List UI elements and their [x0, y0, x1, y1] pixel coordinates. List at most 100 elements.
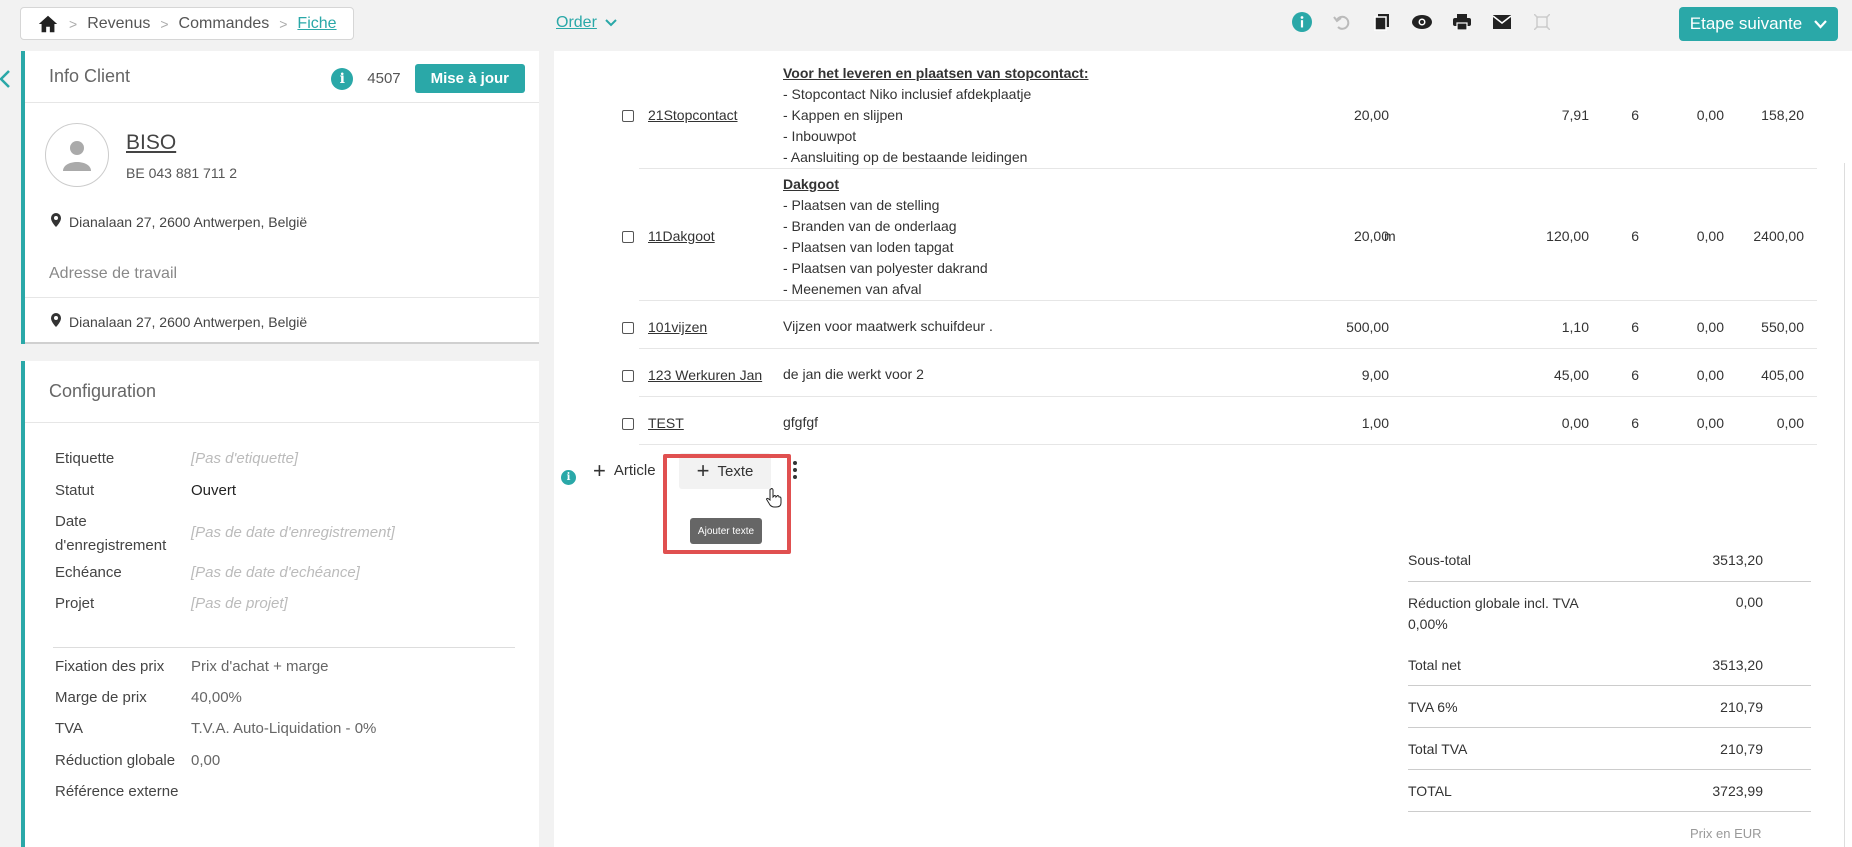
collapse-left-icon[interactable]: [0, 70, 10, 94]
row-checkbox[interactable]: [622, 110, 634, 122]
row-qty: 1,00: [1361, 415, 1389, 431]
currency-note: Prix en EUR: [1690, 826, 1762, 841]
row-checkbox[interactable]: [622, 418, 634, 430]
row-description-line: - Kappen en slijpen: [783, 107, 903, 123]
config-value[interactable]: [Pas d'etiquette]: [191, 447, 298, 471]
undo-icon[interactable]: [1332, 12, 1352, 32]
row-description-line: - Plaatsen van loden tapgat: [783, 239, 954, 255]
breadcrumb-revenus[interactable]: Revenus: [87, 15, 150, 33]
work-address-label: Adresse de travail: [49, 265, 178, 282]
table-row[interactable]: 123 Werkuren Jan de jan die werkt voor 2…: [622, 349, 1817, 397]
breadcrumb-commandes[interactable]: Commandes: [179, 15, 270, 33]
row-qty: 9,00: [1361, 367, 1389, 383]
row-description-line: - Aansluiting op de bestaande leidingen: [783, 149, 1028, 165]
row-code[interactable]: 101vijzen: [648, 319, 707, 335]
scrollbar[interactable]: [1844, 163, 1852, 847]
config-value[interactable]: [Pas de date d'echéance]: [191, 561, 360, 585]
plus-icon: +: [593, 457, 606, 483]
email-icon[interactable]: [1492, 12, 1512, 32]
totals-label: Total TVA: [1408, 741, 1468, 757]
print-icon[interactable]: [1452, 12, 1472, 32]
chevron-down-icon: [1814, 14, 1828, 34]
row-code[interactable]: 11Dakgoot: [648, 228, 715, 244]
config-row-etiquette[interactable]: Etiquette [Pas d'etiquette]: [55, 447, 515, 471]
config-label: Echéance: [55, 564, 122, 581]
row-description-line: - Stopcontact Niko inclusief afdekplaatj…: [783, 86, 1032, 102]
config-label: Référence externe: [55, 783, 179, 800]
update-button[interactable]: Mise à jour: [414, 64, 525, 93]
configuration-title: Configuration: [49, 381, 157, 401]
config-value[interactable]: [Pas de projet]: [191, 592, 288, 616]
table-row[interactable]: 101vijzen Vijzen voor maatwerk schuifdeu…: [622, 301, 1817, 349]
totals-label: TOTAL: [1408, 783, 1452, 799]
row-checkbox[interactable]: [622, 322, 634, 334]
config-value[interactable]: T.V.A. Auto-Liquidation - 0%: [191, 717, 376, 741]
config-value[interactable]: Ouvert: [191, 479, 236, 503]
info-icon[interactable]: i: [331, 67, 354, 90]
next-step-button[interactable]: Etape suivante: [1679, 7, 1838, 41]
config-row-reference[interactable]: Référence externe: [55, 780, 515, 804]
row-total: 158,20: [1761, 107, 1804, 123]
totals-value: 3723,99: [1712, 783, 1763, 799]
totals-label: TVA 6%: [1408, 699, 1458, 715]
breadcrumb: > Revenus > Commandes > Fiche: [20, 7, 354, 40]
home-icon[interactable]: [37, 13, 59, 35]
order-label: Order: [556, 14, 597, 31]
client-name-link[interactable]: BISO: [126, 131, 176, 155]
config-label: Réduction globale: [55, 752, 176, 769]
config-value[interactable]: 0,00: [191, 749, 220, 773]
config-label: Date d'enregistrement: [55, 513, 167, 554]
config-row-projet[interactable]: Projet [Pas de projet]: [55, 592, 515, 616]
config-row-discount[interactable]: Réduction globale 0,00: [55, 749, 515, 773]
totals-value: 210,79: [1720, 741, 1763, 757]
row-description-line: Vijzen voor maatwerk schuifdeur .: [783, 318, 993, 334]
row-total: 2400,00: [1753, 228, 1804, 244]
config-row-statut[interactable]: Statut Ouvert: [55, 479, 515, 503]
order-dropdown[interactable]: Order: [556, 14, 617, 32]
table-row[interactable]: 21Stopcontact Voor het leveren en plaats…: [622, 62, 1817, 169]
config-row-margin[interactable]: Marge de prix 40,00%: [55, 686, 515, 710]
avatar: [45, 123, 109, 187]
configuration-panel: Configuration Etiquette [Pas d'etiquette…: [21, 361, 539, 847]
row-vat: 6: [1631, 367, 1639, 383]
row-checkbox[interactable]: [622, 231, 634, 243]
row-discount: 0,00: [1696, 107, 1724, 123]
config-label: TVA: [55, 720, 84, 737]
config-value[interactable]: Prix d'achat + marge: [191, 655, 329, 679]
row-discount: 0,00: [1696, 367, 1724, 383]
config-value[interactable]: [Pas de date d'enregistrement]: [191, 521, 395, 558]
totals-label: Sous-total: [1408, 552, 1472, 568]
chevron-right-icon: >: [69, 15, 78, 32]
row-code[interactable]: 21Stopcontact: [648, 107, 738, 123]
preview-eye-icon[interactable]: [1412, 12, 1432, 32]
breadcrumb-current[interactable]: Fiche: [297, 15, 336, 33]
add-article-button[interactable]: + Article: [593, 457, 656, 483]
client-panel-title: Info Client: [49, 66, 131, 86]
table-row[interactable]: 11Dakgoot Dakgoot - Plaatsen van de stel…: [622, 169, 1817, 301]
row-vat: 6: [1631, 319, 1639, 335]
row-qty: 500,00: [1346, 319, 1389, 335]
config-label: Fixation des prix: [55, 658, 165, 675]
row-code[interactable]: 123 Werkuren Jan: [648, 367, 762, 383]
row-vat: 6: [1631, 228, 1639, 244]
config-row-echeance[interactable]: Echéance [Pas de date d'echéance]: [55, 561, 515, 585]
more-options-icon[interactable]: [793, 461, 797, 479]
config-row-tva[interactable]: TVA T.V.A. Auto-Liquidation - 0%: [55, 717, 515, 741]
config-row-date[interactable]: Date d'enregistrement [Pas de date d'enr…: [55, 510, 515, 558]
row-checkbox[interactable]: [622, 370, 634, 382]
info-icon[interactable]: i: [561, 470, 576, 485]
info-icon[interactable]: [1292, 12, 1312, 32]
expand-icon[interactable]: [1532, 12, 1552, 32]
config-value[interactable]: 40,00%: [191, 686, 242, 710]
row-discount: 0,00: [1696, 319, 1724, 335]
totals-row: TVA 6% 210,79: [1408, 686, 1811, 728]
config-label: Projet: [55, 595, 95, 612]
table-row[interactable]: TEST gfgfgf 1,00 0,00 6 0,00 0,00: [622, 397, 1817, 445]
row-description-line: - Inbouwpot: [783, 128, 857, 144]
copy-icon[interactable]: [1372, 12, 1392, 32]
config-row-pricing[interactable]: Fixation des prix Prix d'achat + marge: [55, 655, 515, 679]
hand-cursor-icon: [766, 488, 782, 513]
row-description: Voor het leveren en plaatsen van stopcon…: [783, 63, 1088, 168]
row-code[interactable]: TEST: [648, 415, 684, 431]
row-description-title: Voor het leveren en plaatsen van stopcon…: [783, 65, 1089, 81]
